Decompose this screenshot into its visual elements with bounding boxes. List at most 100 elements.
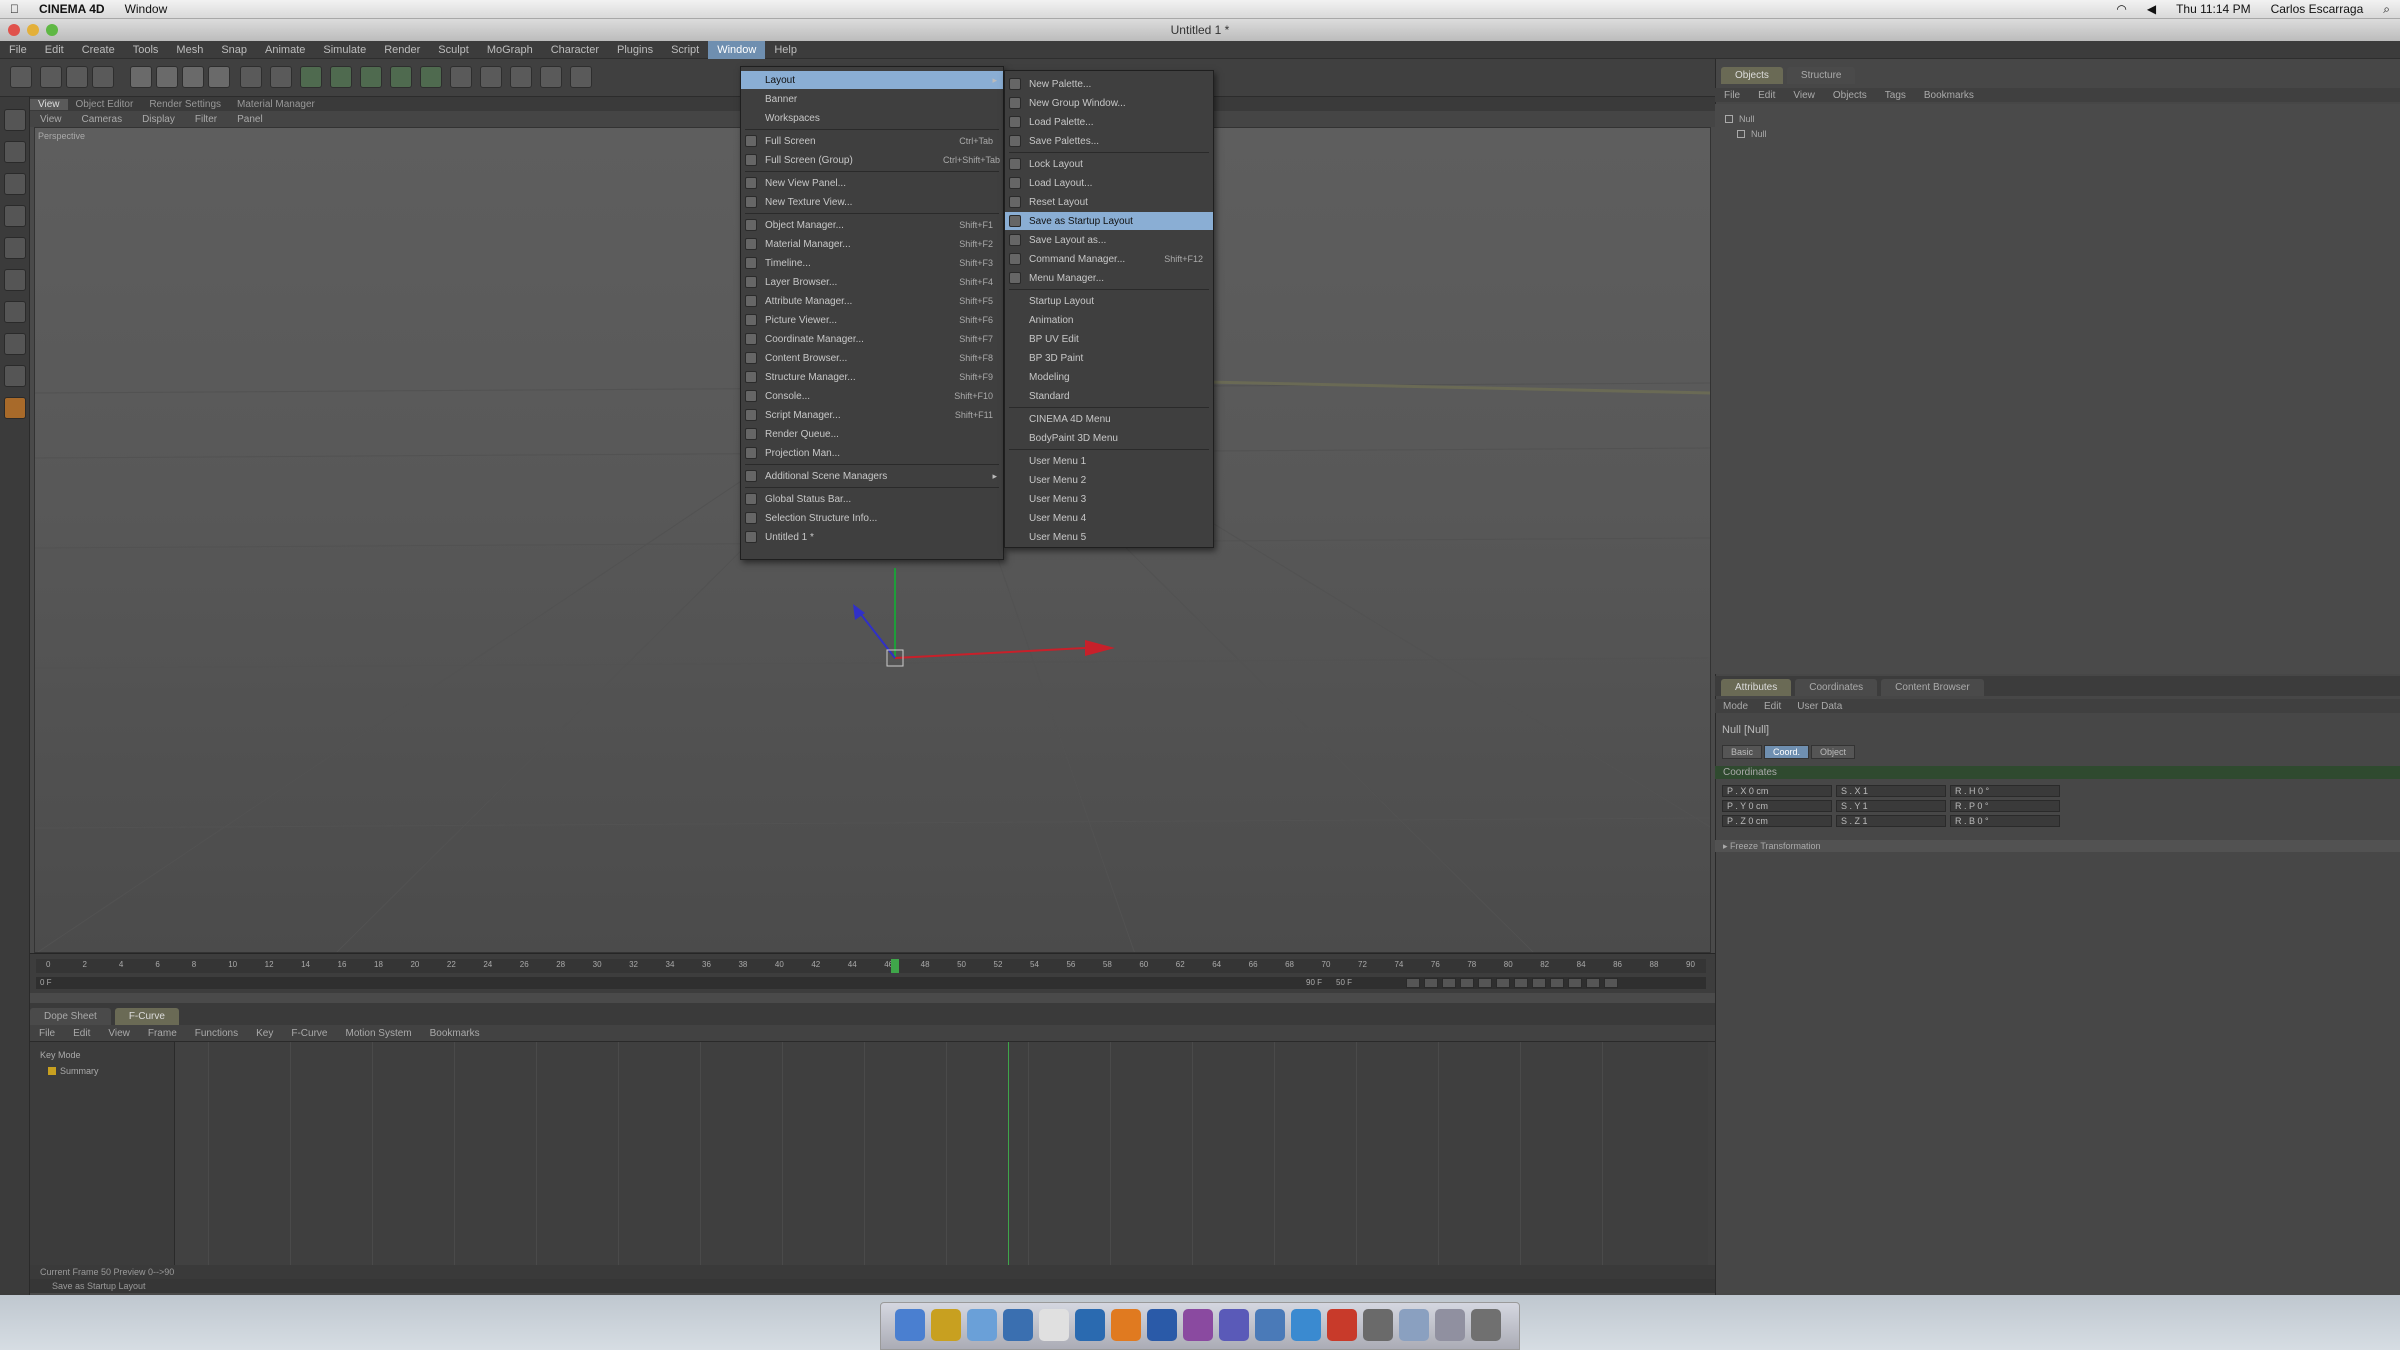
window-menu-item[interactable]: Untitled 1 *: [741, 528, 1003, 546]
layout-menu-item[interactable]: User Menu 2: [1005, 471, 1213, 489]
toolbar-tool-button[interactable]: [270, 66, 292, 88]
dock-app-icon[interactable]: [1219, 1309, 1249, 1341]
window-menu-item[interactable]: Full Screen Ctrl+Tab: [741, 132, 1003, 150]
layout-menu-item[interactable]: Load Layout...: [1005, 174, 1213, 192]
app-menu[interactable]: CINEMA 4D: [29, 2, 115, 16]
layout-menu-item[interactable]: Load Palette...: [1005, 113, 1213, 131]
c4d-menu-plugins[interactable]: Plugins: [608, 41, 662, 59]
layout-menu-item[interactable]: Save as Startup Layout: [1005, 212, 1213, 230]
layout-menu-item[interactable]: Modeling: [1005, 368, 1213, 386]
dock-app-icon[interactable]: [1147, 1309, 1177, 1341]
layout-menu-item[interactable]: User Menu 1: [1005, 452, 1213, 470]
c4d-menu-animate[interactable]: Animate: [256, 41, 314, 59]
dope-menu-motion-system[interactable]: Motion System: [336, 1028, 420, 1039]
dock-app-icon[interactable]: [1255, 1309, 1285, 1341]
object-row[interactable]: Null: [1725, 112, 1755, 125]
viewport-header-tab[interactable]: Material Manager: [229, 99, 323, 110]
toolbar-tool-button[interactable]: [510, 66, 532, 88]
left-tool-button[interactable]: [4, 333, 26, 355]
playback-button[interactable]: [1424, 978, 1438, 988]
window-menu-item[interactable]: New View Panel...: [741, 174, 1003, 192]
window-menu-item[interactable]: Attribute Manager... Shift+F5: [741, 292, 1003, 310]
volume-icon[interactable]: ◀: [2137, 2, 2166, 16]
frame-field[interactable]: 90 F: [1306, 978, 1322, 987]
left-tool-button[interactable]: [4, 237, 26, 259]
menubar-user[interactable]: Carlos Escarraga: [2261, 2, 2374, 16]
c4d-menu-render[interactable]: Render: [375, 41, 429, 59]
toolbar-tool-button[interactable]: [450, 66, 472, 88]
layout-menu-item[interactable]: New Group Window...: [1005, 94, 1213, 112]
layout-menu-item[interactable]: Save Palettes...: [1005, 132, 1213, 150]
tree-item-summary[interactable]: Summary: [48, 1066, 99, 1076]
dope-sheet-grid[interactable]: [208, 1042, 1708, 1266]
viewport-header-tab[interactable]: Object Editor: [68, 99, 142, 110]
left-tool-button[interactable]: [4, 141, 26, 163]
dock-app-icon[interactable]: [895, 1309, 925, 1341]
dope-menu-functions[interactable]: Functions: [186, 1028, 247, 1039]
am-menu-edit[interactable]: Edit: [1756, 701, 1789, 712]
wifi-icon[interactable]: ◠: [2106, 2, 2136, 16]
coordinates-section-header[interactable]: Coordinates: [1715, 766, 2400, 779]
apple-icon[interactable]: : [0, 2, 29, 16]
layout-menu-item[interactable]: New Palette...: [1005, 75, 1213, 93]
c4d-menu-file[interactable]: File: [0, 41, 36, 59]
tab-attributes[interactable]: Attributes: [1721, 679, 1792, 696]
c4d-menu-tools[interactable]: Tools: [124, 41, 168, 59]
left-tool-button[interactable]: [4, 109, 26, 131]
coordinate-field[interactable]: R . H 0 °: [1950, 784, 2060, 797]
dock-app-icon[interactable]: [1183, 1309, 1213, 1341]
window-menu-item[interactable]: Coordinate Manager... Shift+F7: [741, 330, 1003, 348]
toolbar-tool-button[interactable]: [92, 66, 114, 88]
toolbar-tool-button[interactable]: [156, 66, 178, 88]
window-menu-item[interactable]: Global Status Bar...: [741, 490, 1003, 508]
playback-button[interactable]: [1550, 978, 1564, 988]
dock-app-icon[interactable]: [1363, 1309, 1393, 1341]
dope-menu-view[interactable]: View: [99, 1028, 139, 1039]
toolbar-tool-button[interactable]: [208, 66, 230, 88]
layout-menu-item[interactable]: Menu Manager...: [1005, 269, 1213, 287]
subtab-object[interactable]: Object: [1811, 745, 1856, 759]
dope-menu-file[interactable]: File: [30, 1028, 64, 1039]
c4d-menu-character[interactable]: Character: [542, 41, 608, 59]
menubar-clock[interactable]: Thu 11:14 PM: [2166, 2, 2260, 16]
layout-menu-item[interactable]: BP UV Edit: [1005, 330, 1213, 348]
om-menu-tags[interactable]: Tags: [1876, 90, 1915, 101]
window-menu-item[interactable]: Script Manager... Shift+F11: [741, 406, 1003, 424]
layout-menu-item[interactable]: Lock Layout: [1005, 155, 1213, 173]
coordinate-field[interactable]: S . Z 1: [1836, 814, 1946, 827]
coordinate-field[interactable]: R . B 0 °: [1950, 814, 2060, 827]
window-menu-item[interactable]: Banner: [741, 90, 1003, 108]
toolbar-tool-button[interactable]: [240, 66, 262, 88]
left-tool-button[interactable]: [4, 269, 26, 291]
playhead[interactable]: [891, 959, 899, 973]
window-menu-item[interactable]: Timeline... Shift+F3: [741, 254, 1003, 272]
coordinate-field[interactable]: S . Y 1: [1836, 799, 1946, 812]
layout-menu-item[interactable]: Save Layout as...: [1005, 231, 1213, 249]
minimize-window-button[interactable]: [27, 24, 39, 36]
layout-menu-item[interactable]: Startup Layout: [1005, 292, 1213, 310]
timeline-ruler[interactable]: 0 2 4 6 8 10 12 14 16 18 20 22 24 26 28 30 32 34 36 38 40 42 4…: [36, 959, 1706, 973]
layout-menu-item[interactable]: User Menu 3: [1005, 490, 1213, 508]
playback-button[interactable]: [1496, 978, 1510, 988]
dock-app-icon[interactable]: [1435, 1309, 1465, 1341]
toolbar-tool-button[interactable]: [330, 66, 352, 88]
tab-objects[interactable]: Objects: [1721, 67, 1783, 84]
dock-app-icon[interactable]: [1111, 1309, 1141, 1341]
layout-menu-item[interactable]: User Menu 4: [1005, 509, 1213, 527]
object-row[interactable]: Null: [1737, 127, 1767, 140]
dope-menu-frame[interactable]: Frame: [139, 1028, 186, 1039]
layout-menu-item[interactable]: CINEMA 4D Menu: [1005, 410, 1213, 428]
toolbar-tool-button[interactable]: [540, 66, 562, 88]
toolbar-tool-button[interactable]: [570, 66, 592, 88]
window-menu-item[interactable]: Additional Scene Managers: [741, 467, 1003, 485]
toolbar-tool-button[interactable]: [300, 66, 322, 88]
viewport-menu-cameras[interactable]: Cameras: [72, 114, 133, 125]
layout-menu-item[interactable]: Command Manager... Shift+F12: [1005, 250, 1213, 268]
window-menu-item[interactable]: Material Manager... Shift+F2: [741, 235, 1003, 253]
mac-menu-window[interactable]: Window: [115, 2, 178, 16]
window-menu-item[interactable]: Full Screen (Group) Ctrl+Shift+Tab: [741, 151, 1003, 169]
playback-button[interactable]: [1406, 978, 1420, 988]
left-tool-button[interactable]: [4, 365, 26, 387]
playback-button[interactable]: [1478, 978, 1492, 988]
window-menu-item[interactable]: Workspaces: [741, 109, 1003, 127]
